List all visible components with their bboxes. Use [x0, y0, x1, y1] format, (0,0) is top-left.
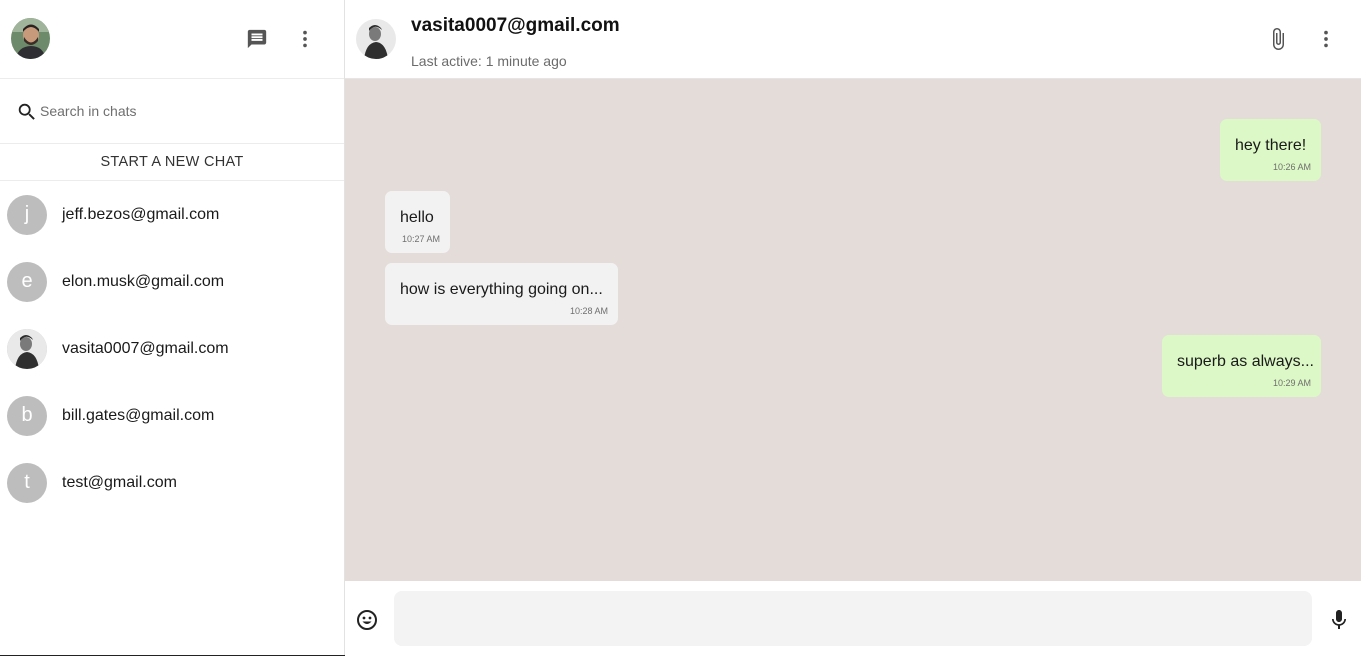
contact-name: vasita0007@gmail.com	[62, 339, 229, 357]
contact-avatar: e	[7, 261, 47, 302]
my-avatar[interactable]	[11, 18, 50, 59]
peer-avatar-photo	[356, 19, 396, 59]
message-text: hello	[400, 209, 434, 226]
sidebar-menu-button[interactable]	[293, 27, 317, 51]
message-input[interactable]	[394, 591, 1312, 646]
peer-name: vasita0007@gmail.com	[411, 15, 620, 36]
chat-menu-button[interactable]	[1314, 27, 1338, 51]
message-bubble-outgoing: hey there! 10:26 AM	[1220, 119, 1321, 181]
message-time: 10:29 AM	[1272, 378, 1311, 388]
peer-avatar[interactable]	[356, 19, 396, 59]
new-message-button[interactable]	[245, 27, 269, 51]
mic-icon	[1332, 610, 1346, 629]
voice-message-button[interactable]	[1327, 608, 1351, 632]
chat-list-item[interactable]: e elon.musk@gmail.com	[0, 248, 344, 315]
contact-avatar: t	[7, 462, 47, 503]
chat-list: j jeff.bezos@gmail.com e elon.musk@gmail…	[0, 181, 344, 516]
contact-avatar: b	[7, 395, 47, 436]
attach-icon	[1273, 28, 1284, 50]
emoji-button[interactable]	[355, 608, 379, 632]
message-text: hey there!	[1235, 137, 1307, 154]
contact-name: jeff.bezos@gmail.com	[62, 205, 220, 223]
chat-list-item[interactable]: vasita0007@gmail.com	[0, 315, 344, 382]
chat-list-item[interactable]: b bill.gates@gmail.com	[0, 382, 344, 449]
contact-name: elon.musk@gmail.com	[62, 272, 225, 290]
message-bubble-incoming: hello 10:27 AM	[385, 191, 450, 253]
message-text: superb as always...	[1177, 353, 1314, 370]
search-icon	[18, 103, 35, 120]
message-composer	[345, 581, 1361, 656]
more-vert-icon	[1324, 30, 1328, 48]
chat-icon	[247, 29, 267, 49]
chat-list-item[interactable]: j jeff.bezos@gmail.com	[0, 181, 344, 248]
contact-avatar-photo	[7, 328, 47, 369]
message-bubble-outgoing: superb as always... 10:29 AM	[1162, 335, 1321, 397]
chat-header: vasita0007@gmail.com Last active: 1 minu…	[345, 0, 1361, 79]
contact-name: test@gmail.com	[62, 473, 177, 491]
my-avatar-photo	[11, 18, 50, 59]
message-time: 10:28 AM	[569, 306, 608, 316]
sidebar-header	[0, 0, 344, 79]
more-vert-icon	[303, 30, 307, 48]
message-area[interactable]: hey there! 10:26 AM hello 10:27 AM how i…	[345, 79, 1361, 581]
contact-avatar: j	[7, 194, 47, 235]
chat-app: START A NEW CHAT j jeff.bezos@gmail.com …	[0, 0, 1361, 656]
emoji-icon	[357, 610, 377, 630]
message-time: 10:27 AM	[401, 234, 440, 244]
start-new-chat-button[interactable]: START A NEW CHAT	[0, 144, 344, 181]
contact-avatar	[7, 328, 47, 369]
message-time: 10:26 AM	[1272, 162, 1311, 172]
search-input[interactable]	[40, 99, 320, 123]
message-text: how is everything going on...	[400, 281, 603, 298]
peer-last-active: Last active: 1 minute ago	[411, 53, 567, 69]
chat-list-item[interactable]: t test@gmail.com	[0, 449, 344, 516]
search-bar	[0, 79, 344, 144]
sidebar: START A NEW CHAT j jeff.bezos@gmail.com …	[0, 0, 345, 655]
contact-name: bill.gates@gmail.com	[62, 406, 215, 424]
chat-panel: vasita0007@gmail.com Last active: 1 minu…	[345, 0, 1361, 656]
message-bubble-incoming: how is everything going on... 10:28 AM	[385, 263, 618, 325]
attach-button[interactable]	[1266, 27, 1290, 51]
